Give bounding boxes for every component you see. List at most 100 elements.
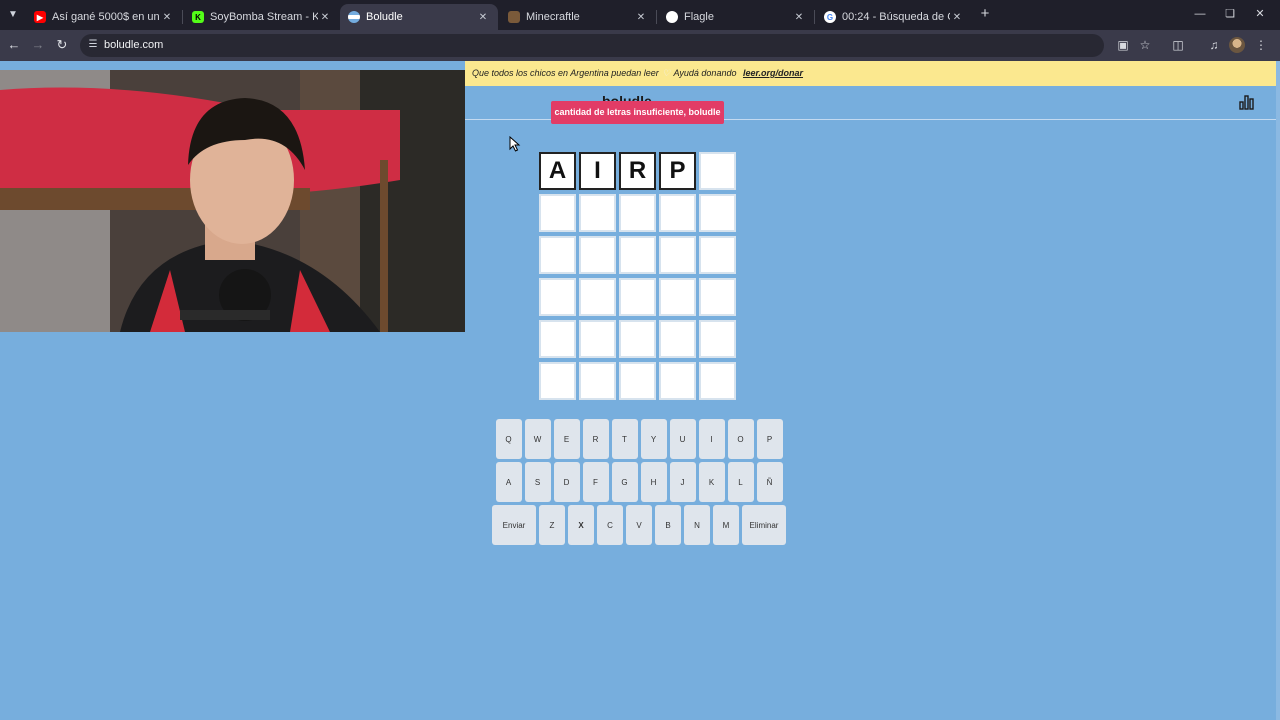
key-l[interactable]: L <box>727 462 754 502</box>
tab-divider <box>182 10 183 24</box>
bookmark-star-icon[interactable]: ☆ <box>1137 37 1153 53</box>
profile-avatar[interactable] <box>1229 37 1245 53</box>
key-z[interactable]: Z <box>539 505 565 545</box>
key-q[interactable]: Q <box>495 419 522 459</box>
key-x[interactable]: X <box>568 505 594 545</box>
install-app-icon[interactable]: ▣ <box>1115 37 1131 53</box>
stats-chart-icon[interactable] <box>1239 95 1254 110</box>
minecraft-icon <box>508 11 520 23</box>
board-tile: P <box>659 152 696 190</box>
tab-title: SoyBomba Stream - Kick Dashb <box>210 11 318 23</box>
heart-icon: ♡ <box>662 68 671 78</box>
tab-kick[interactable]: K SoyBomba Stream - Kick Dashb ✕ <box>184 4 340 30</box>
key-d[interactable]: D <box>553 462 580 502</box>
board-tile <box>659 194 696 232</box>
kick-icon: K <box>192 11 204 23</box>
board-tile <box>659 362 696 400</box>
youtube-icon: ▶ <box>34 11 46 23</box>
board-tile <box>659 320 696 358</box>
close-tab-icon[interactable]: ✕ <box>160 12 174 23</box>
board-tile <box>619 362 656 400</box>
browser-tab-strip: ▼ ▶ Así gané 5000$ en un Evento de ✕ K S… <box>0 0 1280 30</box>
key-s[interactable]: S <box>524 462 551 502</box>
key-v[interactable]: V <box>626 505 652 545</box>
donate-link[interactable]: leer.org/donar <box>743 68 803 78</box>
page-scrollbar[interactable] <box>1276 61 1280 720</box>
menu-kebab-icon[interactable]: ⋮ <box>1253 37 1269 53</box>
address-bar[interactable]: ☰ boludle.com <box>80 34 1104 57</box>
key-c[interactable]: C <box>597 505 623 545</box>
board-tile <box>619 236 656 274</box>
google-icon: G <box>824 11 836 23</box>
error-toast: cantidad de letras insuficiente, boludle <box>551 101 724 124</box>
key-b[interactable]: B <box>655 505 681 545</box>
board-tile <box>659 236 696 274</box>
tab-minecraftle[interactable]: Minecraftle ✕ <box>500 4 656 30</box>
board-tile <box>539 278 576 316</box>
key-i[interactable]: I <box>698 419 725 459</box>
url-text[interactable]: boludle.com <box>104 39 163 51</box>
board-tile <box>699 320 736 358</box>
board-tile <box>659 278 696 316</box>
board-tile: R <box>619 152 656 190</box>
extensions-puzzle-icon[interactable]: ◫ <box>1170 37 1186 53</box>
key-f[interactable]: F <box>582 462 609 502</box>
enviar-button[interactable]: Enviar <box>492 505 536 545</box>
key-enye[interactable]: Ñ <box>756 462 783 502</box>
media-controls-icon[interactable]: ♫ <box>1206 37 1222 53</box>
donation-banner: Que todos los chicos en Argentina puedan… <box>465 61 1276 86</box>
key-o[interactable]: O <box>727 419 754 459</box>
key-t[interactable]: T <box>611 419 638 459</box>
forward-arrow-icon[interactable]: → <box>30 37 46 53</box>
close-window-icon[interactable]: ✕ <box>1253 7 1267 21</box>
tab-search-chevron-icon[interactable]: ▼ <box>4 6 22 24</box>
key-y[interactable]: Y <box>640 419 667 459</box>
flagle-icon <box>666 11 678 23</box>
tab-google[interactable]: G 00:24 - Búsqueda de Google ✕ <box>816 4 972 30</box>
close-tab-icon[interactable]: ✕ <box>950 12 964 23</box>
mouse-cursor-icon <box>509 136 521 152</box>
close-tab-icon[interactable]: ✕ <box>476 12 490 23</box>
tab-flagle[interactable]: Flagle ✕ <box>658 4 814 30</box>
board-tile: A <box>539 152 576 190</box>
key-a[interactable]: A <box>495 462 522 502</box>
board-tile <box>539 362 576 400</box>
key-e[interactable]: E <box>553 419 580 459</box>
key-r[interactable]: R <box>582 419 609 459</box>
restore-icon[interactable]: ❏ <box>1223 7 1237 21</box>
banner-text: Que todos los chicos en Argentina puedan… <box>472 68 659 78</box>
board-tile <box>579 320 616 358</box>
board-tile <box>699 194 736 232</box>
key-m[interactable]: M <box>713 505 739 545</box>
tab-title: Así gané 5000$ en un Evento de <box>52 11 160 23</box>
key-j[interactable]: J <box>669 462 696 502</box>
close-tab-icon[interactable]: ✕ <box>792 12 806 23</box>
tab-divider <box>656 10 657 24</box>
key-w[interactable]: W <box>524 419 551 459</box>
key-g[interactable]: G <box>611 462 638 502</box>
board-tile <box>619 278 656 316</box>
banner-cta: Ayudá donando <box>673 68 737 78</box>
key-k[interactable]: K <box>698 462 725 502</box>
argentina-flag-icon <box>348 11 360 23</box>
back-arrow-icon[interactable]: ← <box>6 37 22 53</box>
webcam-feed-image <box>0 70 465 332</box>
board-tile <box>539 320 576 358</box>
board-tile: I <box>579 152 616 190</box>
site-info-icon[interactable]: ☰ <box>86 38 100 52</box>
board-tile <box>579 194 616 232</box>
minimize-icon[interactable]: — <box>1193 7 1207 21</box>
close-tab-icon[interactable]: ✕ <box>318 12 332 23</box>
reload-icon[interactable]: ↻ <box>54 37 70 53</box>
tab-title: 00:24 - Búsqueda de Google <box>842 11 950 23</box>
key-h[interactable]: H <box>640 462 667 502</box>
eliminar-button[interactable]: Eliminar <box>742 505 786 545</box>
board-tile <box>579 236 616 274</box>
key-n[interactable]: N <box>684 505 710 545</box>
tab-youtube[interactable]: ▶ Así gané 5000$ en un Evento de ✕ <box>26 4 182 30</box>
key-p[interactable]: P <box>756 419 783 459</box>
key-u[interactable]: U <box>669 419 696 459</box>
tab-boludle[interactable]: Boludle ✕ <box>340 4 498 30</box>
new-tab-plus-icon[interactable]: + <box>978 6 992 21</box>
close-tab-icon[interactable]: ✕ <box>634 12 648 23</box>
